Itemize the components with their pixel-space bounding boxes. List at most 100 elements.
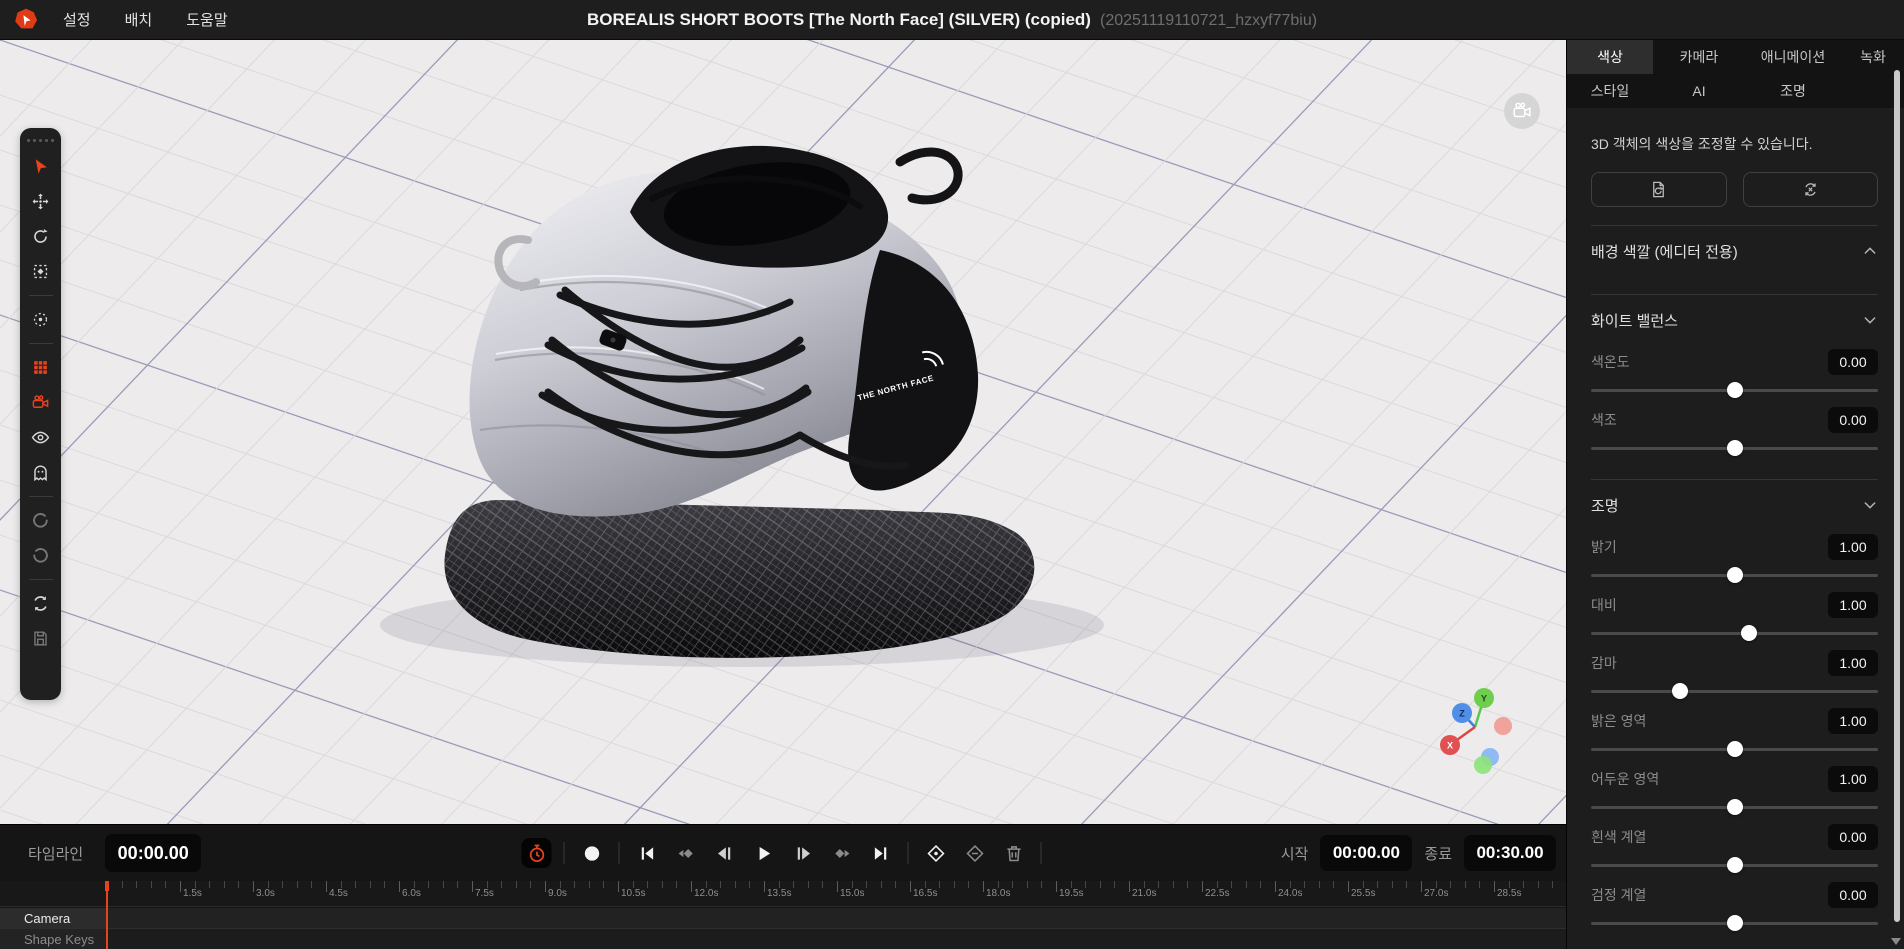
menu-layout[interactable]: 배치 [125,9,153,30]
document-id: (20251119110721_hzxyf77biu) [1100,12,1317,29]
ruler-major-tick [983,881,984,892]
gizmo-z-label: Z [1459,709,1465,719]
timeline-ruler[interactable]: 1.5s3.0s4.5s6.0s7.5s9.0s10.5s12.0s13.5s1… [0,881,1566,907]
slider-value[interactable]: 0.00 [1828,349,1878,375]
step-forward-button[interactable] [788,838,818,868]
select-tool-button[interactable] [26,152,56,181]
camera-mode-button[interactable] [26,388,56,417]
slider-value[interactable]: 0.00 [1828,407,1878,433]
tab-panel-0[interactable]: 색상 [1567,40,1653,74]
tab-ai[interactable]: AI [1653,74,1745,108]
slider-value[interactable]: 1.00 [1828,650,1878,676]
tab-panel-1[interactable]: 카메라 [1653,40,1745,74]
app-logo-icon[interactable] [13,7,39,33]
sync-button[interactable] [26,589,56,618]
prev-keyframe-button[interactable] [671,838,701,868]
menu-help[interactable]: 도움말 [186,9,227,30]
scale-tool-button[interactable] [26,257,56,286]
slider-track[interactable] [1591,736,1878,762]
slider-value[interactable]: 1.00 [1828,534,1878,560]
save-button[interactable] [26,624,56,653]
panel-scrollbar[interactable] [1894,70,1900,922]
slider-thumb[interactable] [1727,382,1743,398]
auto-keyframe-toggle[interactable] [522,838,552,868]
slider-thumb[interactable] [1741,625,1757,641]
section-header[interactable]: 화이트 밸런스 [1591,295,1878,345]
section-header[interactable]: 배경 색깔 (에디터 전용) [1591,226,1878,276]
chevron-down-icon[interactable] [1862,497,1878,513]
track-name[interactable]: Shape Keys [0,929,107,949]
tab-panel-2[interactable]: 애니메이션 [1745,40,1841,74]
tab-panel-3[interactable]: 녹화 [1841,40,1904,74]
track-name[interactable]: Camera [0,908,107,928]
keyframe-button[interactable] [960,838,990,868]
ghost-toggle-button[interactable] [26,458,56,487]
slider-value[interactable]: 0.00 [1828,824,1878,850]
slider-value[interactable]: 1.00 [1828,708,1878,734]
visibility-toggle-button[interactable] [26,423,56,452]
section-title: 조명 [1591,495,1619,516]
slider-track[interactable] [1591,678,1878,704]
ruler-tick [136,881,137,888]
slider-thumb[interactable] [1727,799,1743,815]
record-button[interactable] [577,838,607,868]
slider-track[interactable] [1591,852,1878,878]
undo-button[interactable] [26,506,56,535]
menu-settings[interactable]: 설정 [63,9,91,30]
section-header[interactable]: 조명 [1591,480,1878,530]
reset-texture-button[interactable] [1591,172,1727,207]
ruler-tick [457,881,458,888]
track-lane[interactable] [107,929,1566,949]
current-time-display[interactable]: 00:00.00 [105,834,201,872]
play-button[interactable] [749,838,779,868]
slider-thumb[interactable] [1727,915,1743,931]
start-time-display[interactable]: 00:00.00 [1320,835,1412,871]
reset-color-button[interactable] [1743,172,1879,207]
move-tool-button[interactable] [26,187,56,216]
model-boot[interactable]: THE NORTH FACE [0,40,1566,824]
slider-track[interactable] [1591,794,1878,820]
slider-thumb[interactable] [1727,741,1743,757]
slider-row: 감마1.00 [1591,648,1878,704]
viewport-camera-button[interactable] [1504,93,1540,129]
slider-thumb[interactable] [1727,567,1743,583]
step-back-button[interactable] [710,838,740,868]
viewport-3d[interactable]: THE NORTH FACE [0,40,1566,824]
slider-thumb[interactable] [1727,440,1743,456]
tab-panel-4[interactable]: 스타일 [1567,74,1653,108]
slider-track[interactable] [1591,620,1878,646]
focus-tool-button[interactable] [26,305,56,334]
tab-panel-6[interactable]: 조명 [1745,74,1841,108]
end-time-display[interactable]: 00:30.00 [1464,835,1556,871]
slider-label: 어두운 영역 [1591,769,1659,789]
add-keyframe-button[interactable] [921,838,951,868]
axis-gizmo[interactable]: Y Z X [1414,670,1538,794]
slider-value[interactable]: 1.00 [1828,766,1878,792]
scroll-down-arrow-icon[interactable] [1891,938,1901,945]
ruler-tick [1041,881,1042,888]
next-keyframe-button[interactable] [827,838,857,868]
slider-track[interactable] [1591,910,1878,936]
track-row[interactable]: Camera [0,908,1566,929]
skip-to-end-button[interactable] [866,838,896,868]
rotate-tool-button[interactable] [26,222,56,251]
track-lane[interactable] [107,908,1566,928]
slider-thumb[interactable] [1727,857,1743,873]
redo-button[interactable] [26,541,56,570]
slider-thumb[interactable] [1672,683,1688,699]
skip-to-start-button[interactable] [632,838,662,868]
track-row[interactable]: Shape Keys [0,929,1566,949]
grid-toggle-button[interactable] [26,353,56,382]
delete-keyframe-button[interactable] [999,838,1029,868]
slider-track[interactable] [1591,562,1878,588]
slider-row: 대비1.00 [1591,590,1878,646]
slider-track[interactable] [1591,435,1878,461]
playhead[interactable] [106,881,108,949]
slider-row: 어두운 영역 1.00 [1591,764,1878,820]
slider-track[interactable] [1591,377,1878,403]
toolbar-drag-handle[interactable] [27,137,54,146]
chevron-up-icon[interactable] [1862,243,1878,259]
slider-value[interactable]: 0.00 [1828,882,1878,908]
slider-value[interactable]: 1.00 [1828,592,1878,618]
chevron-down-icon[interactable] [1862,312,1878,328]
